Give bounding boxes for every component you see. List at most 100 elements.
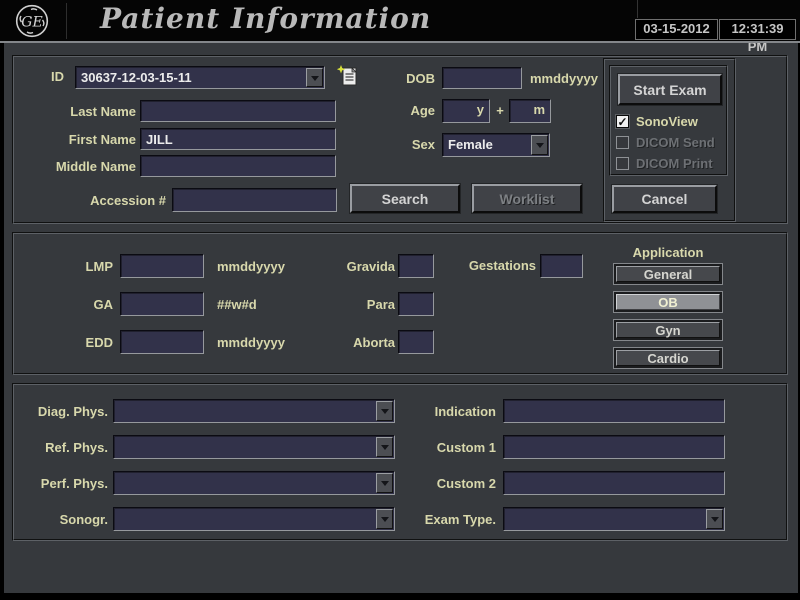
- last-name-label: Last Name: [14, 103, 136, 121]
- titlebar-divider-right: [637, 0, 638, 18]
- patient-id-value: 30637-12-03-15-11: [81, 70, 192, 85]
- custom2-label: Custom 2: [410, 475, 496, 493]
- age-months-unit: m: [533, 102, 545, 117]
- sex-value: Female: [448, 137, 493, 152]
- ge-logo-icon: GE: [14, 3, 50, 39]
- exam-type-combobox[interactable]: [503, 507, 725, 531]
- indication-input[interactable]: [503, 399, 725, 423]
- titlebar-separator: [0, 41, 800, 43]
- application-button-ob[interactable]: OB: [613, 291, 723, 313]
- chevron-down-icon[interactable]: [376, 509, 393, 529]
- date-display: 03-15-2012: [635, 19, 718, 40]
- new-patient-icon[interactable]: [337, 64, 359, 87]
- chevron-down-icon[interactable]: [306, 68, 323, 87]
- sonoview-checkbox-row: ✓ SonoView: [616, 114, 721, 130]
- dicom-send-checkbox-row: DICOM Send: [616, 135, 721, 151]
- section-patient-identity: ID 30637-12-03-15-11 Last Name First Nam…: [12, 55, 788, 224]
- chevron-down-icon[interactable]: [376, 473, 393, 493]
- exam-controls-panel: Start Exam ✓ SonoView DICOM Send DICOM P…: [603, 58, 736, 222]
- ga-format-hint: ##w#d: [217, 296, 257, 314]
- age-label: Age: [400, 102, 435, 120]
- last-name-input[interactable]: [140, 100, 336, 122]
- age-months-field[interactable]: m: [509, 99, 551, 123]
- start-exam-button[interactable]: Start Exam: [618, 74, 722, 105]
- accession-label: Accession #: [60, 192, 166, 210]
- patient-id-combobox[interactable]: 30637-12-03-15-11: [75, 66, 325, 89]
- para-label: Para: [320, 296, 395, 314]
- middle-name-label: Middle Name: [14, 158, 136, 176]
- ga-label: GA: [44, 296, 113, 314]
- custom1-input[interactable]: [503, 435, 725, 459]
- exam-type-label: Exam Type.: [410, 511, 496, 529]
- diag-phys-combobox[interactable]: [113, 399, 395, 423]
- gestations-label: Gestations: [460, 257, 536, 275]
- accession-input[interactable]: [172, 188, 337, 212]
- worklist-button[interactable]: Worklist: [472, 184, 582, 213]
- chevron-down-icon[interactable]: [531, 135, 548, 155]
- ob-button-label: OB: [616, 294, 720, 310]
- dicom-print-label: DICOM Print: [636, 156, 713, 171]
- checkbox-unchecked-icon[interactable]: [616, 157, 629, 170]
- gravida-input[interactable]: [398, 254, 434, 278]
- age-years-unit: y: [477, 102, 484, 117]
- titlebar-divider: [66, 3, 67, 39]
- dicom-send-label: DICOM Send: [636, 135, 715, 150]
- edd-label: EDD: [44, 334, 113, 352]
- cancel-button[interactable]: Cancel: [612, 185, 717, 213]
- custom1-label: Custom 1: [410, 439, 496, 457]
- lmp-label: LMP: [44, 258, 113, 276]
- search-button[interactable]: Search: [350, 184, 460, 213]
- sonogr-combobox[interactable]: [113, 507, 395, 531]
- dicom-print-checkbox-row: DICOM Print: [616, 156, 721, 172]
- gestations-input[interactable]: [540, 254, 583, 278]
- aborta-label: Aborta: [320, 334, 395, 352]
- exam-options-box: Start Exam ✓ SonoView DICOM Send DICOM P…: [609, 65, 728, 176]
- checkbox-unchecked-icon[interactable]: [616, 136, 629, 149]
- sonogr-label: Sonogr.: [20, 511, 108, 529]
- sex-label: Sex: [400, 136, 435, 154]
- edd-input[interactable]: [120, 330, 204, 354]
- checkbox-checked-icon[interactable]: ✓: [616, 115, 629, 128]
- time-display: 12:31:39 PM: [719, 19, 796, 40]
- section-ob-data: LMP mmddyyyy GA ##w#d EDD mmddyyyy Gravi…: [12, 232, 788, 375]
- chevron-down-icon[interactable]: [376, 401, 393, 421]
- aborta-input[interactable]: [398, 330, 434, 354]
- sex-combobox[interactable]: Female: [442, 133, 550, 157]
- diag-phys-label: Diag. Phys.: [20, 403, 108, 421]
- custom2-input[interactable]: [503, 471, 725, 495]
- titlebar: GE Patient Information 03-15-2012 12:31:…: [0, 0, 800, 41]
- sonoview-label: SonoView: [636, 114, 698, 129]
- section-exam-info: Diag. Phys. Ref. Phys. Perf. Phys. Sonog…: [12, 383, 788, 541]
- patient-information-screen: GE Patient Information 03-15-2012 12:31:…: [0, 0, 800, 600]
- chevron-down-icon[interactable]: [376, 437, 393, 457]
- perf-phys-label: Perf. Phys.: [20, 475, 108, 493]
- lmp-input[interactable]: [120, 254, 204, 278]
- perf-phys-combobox[interactable]: [113, 471, 395, 495]
- ref-phys-label: Ref. Phys.: [20, 439, 108, 457]
- application-button-cardio[interactable]: Cardio: [613, 347, 723, 369]
- dob-format-hint: mmddyyyy: [530, 70, 598, 88]
- application-button-gyn[interactable]: Gyn: [613, 319, 723, 341]
- id-label: ID: [18, 68, 64, 86]
- gravida-label: Gravida: [320, 258, 395, 276]
- indication-label: Indication: [410, 403, 496, 421]
- middle-name-input[interactable]: [140, 155, 336, 177]
- dob-label: DOB: [400, 70, 435, 88]
- first-name-input[interactable]: [140, 128, 336, 150]
- ga-input[interactable]: [120, 292, 204, 316]
- page-title: Patient Information: [100, 2, 431, 35]
- para-input[interactable]: [398, 292, 434, 316]
- gyn-button-label: Gyn: [616, 322, 720, 338]
- dob-input[interactable]: [442, 67, 522, 89]
- age-plus-sign: +: [494, 102, 506, 120]
- age-years-field[interactable]: y: [442, 99, 490, 123]
- first-name-label: First Name: [14, 131, 136, 149]
- general-button-label: General: [616, 266, 720, 282]
- ref-phys-combobox[interactable]: [113, 435, 395, 459]
- edd-format-hint: mmddyyyy: [217, 334, 285, 352]
- application-button-general[interactable]: General: [613, 263, 723, 285]
- lmp-format-hint: mmddyyyy: [217, 258, 285, 276]
- cardio-button-label: Cardio: [616, 350, 720, 366]
- svg-text:GE: GE: [21, 15, 42, 31]
- chevron-down-icon[interactable]: [706, 509, 723, 529]
